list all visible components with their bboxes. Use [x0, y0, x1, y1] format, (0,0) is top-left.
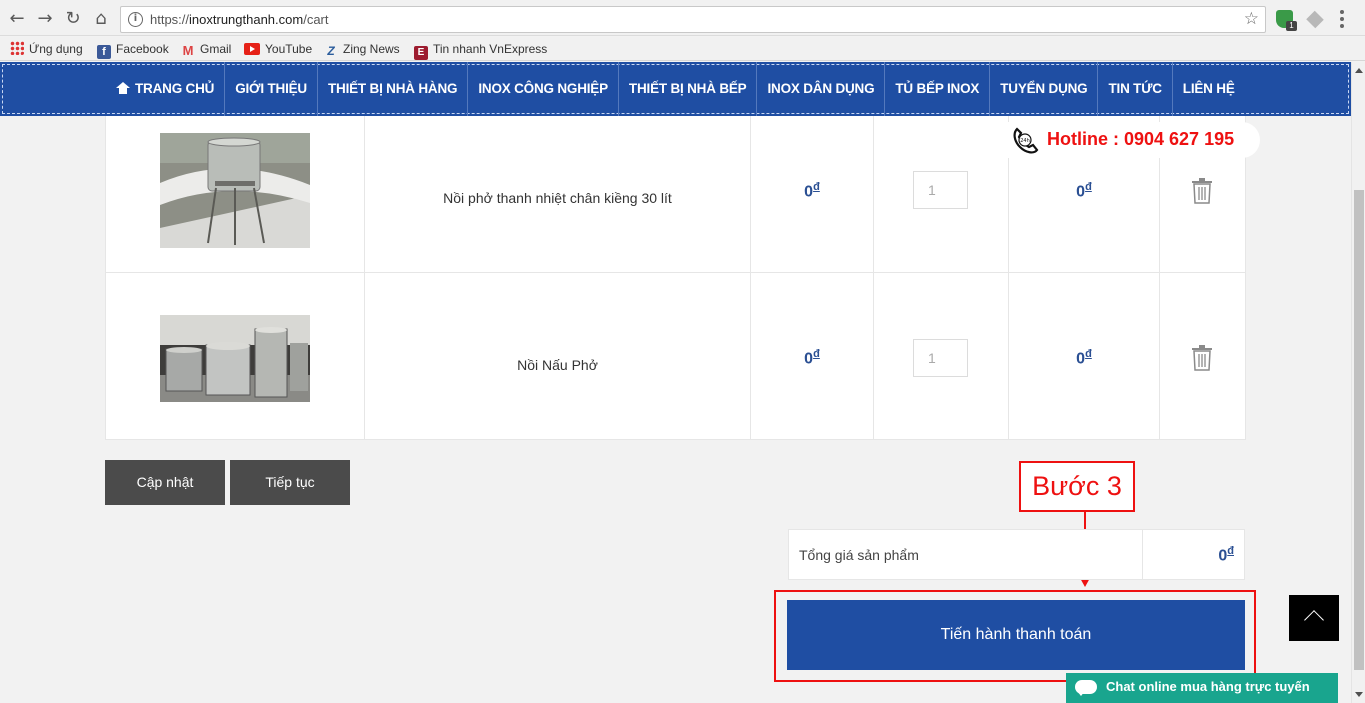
quantity-cell: 1	[874, 273, 1009, 439]
extension-badge: 1	[1286, 21, 1297, 31]
scrollbar-thumb[interactable]	[1354, 190, 1364, 670]
chat-label: Chat online mua hàng trực tuyến	[1106, 679, 1310, 694]
nav-item-industrial-inox[interactable]: INOX CÔNG NGHIỆP	[468, 62, 619, 116]
line-total: 0đ	[1076, 348, 1092, 368]
home-icon	[116, 82, 130, 94]
quantity-input[interactable]: 1	[913, 339, 968, 377]
svg-text:24h: 24h	[1020, 138, 1030, 144]
extension-cube-icon[interactable]	[1306, 10, 1324, 29]
product-price-cell: 0đ	[751, 273, 874, 439]
gmail-icon: M	[182, 43, 194, 58]
product-name-cell: Nồi Nấu Phở	[365, 273, 751, 439]
bookmark-youtube[interactable]: YouTube	[244, 40, 312, 58]
back-icon[interactable]: ←	[6, 8, 28, 30]
reload-icon[interactable]: ↻	[62, 8, 84, 30]
phone-24h-icon: 24h	[1013, 127, 1039, 154]
subtotal-value: 0đ	[1218, 545, 1234, 565]
quantity-cell: 1	[874, 116, 1009, 272]
trash-icon[interactable]	[1191, 178, 1213, 204]
facebook-icon: f	[97, 45, 111, 59]
nav-item-home[interactable]: TRANG CHỦ	[106, 62, 226, 116]
line-total-cell: 0đ	[1009, 273, 1160, 439]
nav-item-recruitment[interactable]: TUYỂN DỤNG	[990, 62, 1099, 116]
chat-bubble-icon	[1075, 680, 1097, 696]
url-text[interactable]: https://inoxtrungthanh.com/cart	[150, 12, 329, 27]
forward-icon[interactable]: →	[34, 8, 56, 30]
nav-item-news[interactable]: TIN TỨC	[1098, 62, 1173, 116]
checkout-button[interactable]: Tiến hành thanh toán	[787, 600, 1245, 670]
apps-icon	[10, 41, 24, 55]
product-price-cell: 0đ	[751, 116, 874, 272]
nav-item-household-inox[interactable]: INOX DÂN DỤNG	[757, 62, 886, 116]
main-navigation: TRANG CHỦ GIỚI THIỆU THIẾT BỊ NHÀ HÀNG I…	[0, 62, 1351, 116]
remove-cell	[1160, 273, 1245, 439]
page-scrollbar[interactable]	[1351, 62, 1365, 703]
address-bar[interactable]: i https://inoxtrungthanh.com/cart ☆	[120, 6, 1266, 33]
cart-row: Nồi Nấu Phở 0đ 1 0đ	[106, 273, 1245, 440]
bookmark-vnexpress[interactable]: E Tin nhanh VnExpress	[414, 40, 547, 60]
step-annotation: Bước 3	[1019, 461, 1135, 512]
nav-item-restaurant-equipment[interactable]: THIẾT BỊ NHÀ HÀNG	[318, 62, 469, 116]
product-image-pots[interactable]	[160, 315, 310, 402]
product-image-cell	[106, 273, 365, 439]
bookmarks-bar: Ứng dụng f Facebook M Gmail YouTube Z Zing …	[0, 37, 1365, 61]
bookmark-apps[interactable]: Ứng dụng	[10, 40, 83, 58]
product-image-pot-stand[interactable]	[160, 133, 310, 248]
bookmark-star-icon[interactable]: ☆	[1244, 9, 1259, 29]
info-icon[interactable]: i	[128, 12, 143, 27]
hotline-banner[interactable]: 24h Hotline : 0904 627 195	[1005, 122, 1260, 158]
youtube-icon	[244, 43, 260, 55]
quantity-input[interactable]: 1	[913, 171, 968, 209]
scroll-up-arrow-icon[interactable]	[1355, 68, 1363, 73]
product-name[interactable]: Nồi Nấu Phở	[365, 357, 750, 373]
bookmark-gmail[interactable]: M Gmail	[181, 40, 232, 58]
scroll-to-top-button[interactable]	[1289, 595, 1339, 641]
scroll-down-arrow-icon[interactable]	[1355, 692, 1363, 697]
update-cart-button[interactable]: Cập nhật	[105, 460, 225, 505]
product-name[interactable]: Nồi phở thanh nhiệt chân kiềng 30 lít	[365, 190, 750, 206]
nav-item-kitchen-equipment[interactable]: THIẾT BỊ NHÀ BẾP	[619, 62, 758, 116]
product-image-cell	[106, 116, 365, 272]
browser-menu-icon[interactable]	[1340, 10, 1344, 28]
bookmark-facebook[interactable]: f Facebook	[97, 40, 169, 59]
trash-icon[interactable]	[1191, 345, 1213, 371]
bookmark-zing-news[interactable]: Z Zing News	[324, 40, 399, 58]
product-name-cell: Nồi phở thanh nhiệt chân kiềng 30 lít	[365, 116, 751, 272]
product-price: 0đ	[804, 348, 820, 368]
subtotal-label: Tổng giá sản phẩm	[799, 547, 919, 563]
nav-item-contact[interactable]: LIÊN HỆ	[1173, 62, 1245, 116]
line-total: 0đ	[1076, 181, 1092, 201]
extension-shield-icon[interactable]: 1	[1276, 10, 1297, 31]
hotline-text: Hotline : 0904 627 195	[1047, 129, 1235, 149]
nav-item-inox-cabinets[interactable]: TỦ BẾP INOX	[885, 62, 991, 116]
nav-item-about[interactable]: GIỚI THIỆU	[225, 62, 318, 116]
zing-icon: Z	[327, 44, 335, 58]
vnexpress-icon: E	[414, 46, 428, 60]
home-icon[interactable]: ⌂	[90, 8, 112, 30]
cart-subtotal: Tổng giá sản phẩm 0đ	[788, 529, 1245, 580]
page-viewport: TRANG CHỦ GIỚI THIỆU THIẾT BỊ NHÀ HÀNG I…	[0, 62, 1351, 703]
product-price: 0đ	[804, 181, 820, 201]
browser-toolbar: ← → ↻ ⌂ i https://inoxtrungthanh.com/car…	[0, 0, 1365, 36]
chat-online-bar[interactable]: Chat online mua hàng trực tuyến	[1066, 673, 1338, 703]
cart-table: Nồi phở thanh nhiệt chân kiềng 30 lít 0đ…	[105, 116, 1246, 440]
continue-shopping-button[interactable]: Tiếp tục	[230, 460, 350, 505]
